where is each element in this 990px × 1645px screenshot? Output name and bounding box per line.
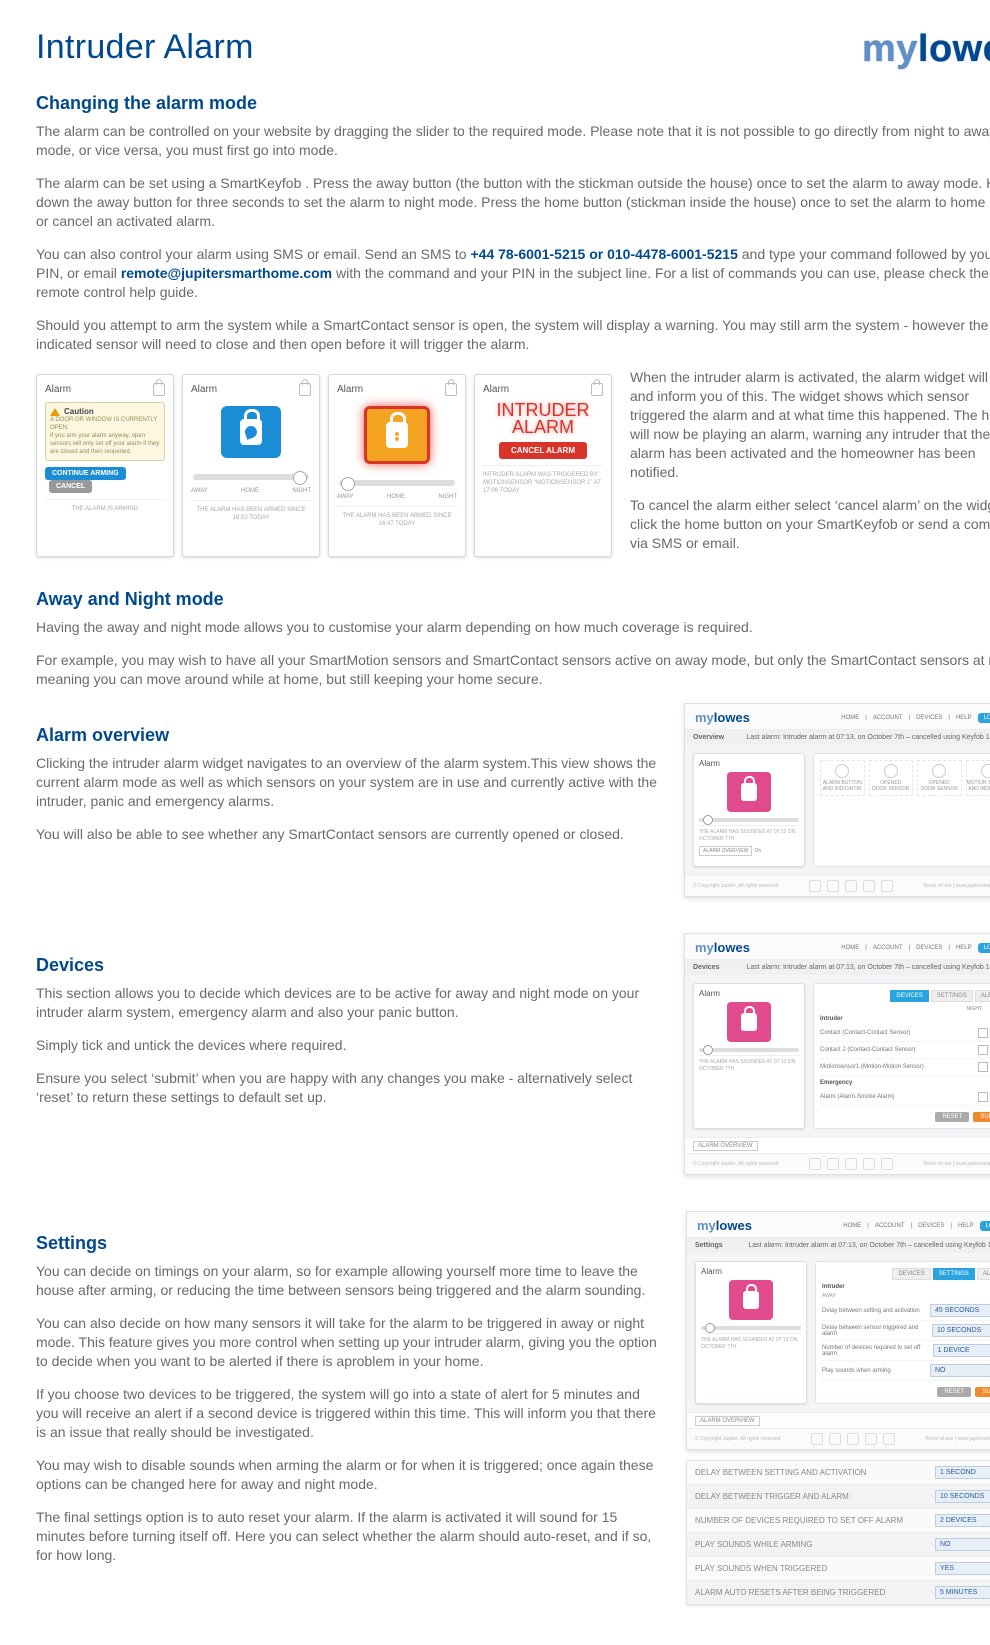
screenshot-overview: mylowes HOME|ACCOUNT|DEVICES|HELP LOGOUT… xyxy=(684,703,990,897)
option-label: PLAY SOUNDS WHILE ARMING xyxy=(695,1540,813,1549)
para: This section allows you to decide which … xyxy=(36,984,664,1022)
tab-devices[interactable]: DEVICES xyxy=(890,990,928,1002)
checkbox[interactable] xyxy=(978,1045,988,1055)
para: The alarm can be set using a SmartKeyfob… xyxy=(36,174,990,231)
select[interactable]: 2 DEVICES xyxy=(935,1514,990,1527)
para: The alarm can be controlled on your webs… xyxy=(36,122,990,160)
logout-button[interactable]: LOGOUT xyxy=(980,1221,990,1231)
select[interactable]: 1 SECOND xyxy=(935,1466,990,1479)
option-label: PLAY SOUNDS WHEN TRIGGERED xyxy=(695,1564,827,1573)
mode-slider[interactable] xyxy=(193,474,309,480)
para: For example, you may wish to have all yo… xyxy=(36,651,990,689)
mode-slider[interactable] xyxy=(701,1326,801,1330)
para: Should you attempt to arm the system whi… xyxy=(36,316,990,354)
para: Simply tick and untick the devices where… xyxy=(36,1036,664,1055)
heading-settings: Settings xyxy=(36,1233,666,1254)
select[interactable]: NO xyxy=(935,1538,990,1551)
para: When the intruder alarm is activated, th… xyxy=(630,368,990,482)
heading-changing-mode: Changing the alarm mode xyxy=(36,93,990,114)
widget-caution: Alarm Caution A DOOR OR WINDOW IS CURREN… xyxy=(36,374,174,557)
away-mode-icon xyxy=(364,406,430,464)
unlocked-icon xyxy=(727,772,771,812)
settings-options-table: DELAY BETWEEN SETTING AND ACTIVATION 1 SE… xyxy=(686,1460,990,1605)
screenshot-devices: mylowes HOME|ACCOUNT|DEVICES|HELP LOGOUT… xyxy=(684,933,990,1175)
para: Clicking the intruder alarm widget navig… xyxy=(36,754,664,811)
heading-alarm-overview: Alarm overview xyxy=(36,725,664,746)
tab-alerts[interactable]: ALERTS xyxy=(977,1268,990,1280)
para: You will also be able to see whether any… xyxy=(36,825,664,844)
page-title: Intruder Alarm xyxy=(36,28,254,67)
submit-button[interactable]: SUBMIT xyxy=(973,1112,990,1122)
para: To cancel the alarm either select ‘cance… xyxy=(630,496,990,553)
lock-icon xyxy=(299,383,311,396)
brand-logo: mylowes xyxy=(862,28,990,71)
para: The final settings option is to auto res… xyxy=(36,1508,666,1565)
cancel-alarm-button[interactable]: CANCEL ALARM xyxy=(499,442,587,459)
widget-thumbnails: Alarm Caution A DOOR OR WINDOW IS CURREN… xyxy=(36,374,612,557)
mode-slider[interactable] xyxy=(339,480,455,486)
mode-slider[interactable] xyxy=(699,1048,799,1052)
night-mode-icon xyxy=(221,406,281,458)
para: Ensure you select ‘submit’ when you are … xyxy=(36,1069,664,1107)
phone-number: +44 78-6001-5215 or 010-4478-6001-5215 xyxy=(470,246,737,262)
para: Having the away and night mode allows yo… xyxy=(36,618,990,637)
lock-icon xyxy=(445,383,457,396)
logout-button[interactable]: LOGOUT xyxy=(978,943,990,953)
select[interactable]: 5 MINUTES xyxy=(935,1586,990,1599)
email-link[interactable]: remote@jupitersmarthome.com xyxy=(121,265,332,281)
screenshot-settings: mylowes HOME|ACCOUNT|DEVICES|HELP LOGOUT… xyxy=(686,1211,990,1450)
checkbox[interactable] xyxy=(978,1062,988,1072)
checkbox[interactable] xyxy=(978,1092,988,1102)
reset-button[interactable]: RESET xyxy=(937,1387,971,1397)
option-label: NUMBER OF DEVICES REQUIRED TO SET OFF AL… xyxy=(695,1516,903,1525)
option-label: DELAY BETWEEN SETTING AND ACTIVATION xyxy=(695,1468,866,1477)
logout-button[interactable]: LOGOUT xyxy=(978,713,990,723)
widget-away: Alarm AWAYHOMENIGHT THE ALARM HAS BEEN A… xyxy=(328,374,466,557)
option-label: DELAY BETWEEN TRIGGER AND ALARM xyxy=(695,1492,849,1501)
para: If you choose two devices to be triggere… xyxy=(36,1385,666,1442)
heading-devices: Devices xyxy=(36,955,664,976)
widget-night: Alarm AWAYHOMENIGHT THE ALARM HAS BEEN A… xyxy=(182,374,320,557)
option-label: ALARM AUTO RESETS AFTER BEING TRIGGERED xyxy=(695,1588,885,1597)
unlocked-icon xyxy=(727,1002,771,1042)
para: You may wish to disable sounds when armi… xyxy=(36,1456,666,1494)
select[interactable]: YES xyxy=(935,1562,990,1575)
tab-alerts[interactable]: ALERTS xyxy=(975,990,990,1002)
select[interactable]: 10 SECONDS xyxy=(935,1490,990,1503)
para: You can also decide on how many sensors … xyxy=(36,1314,666,1371)
widget-intruder-alarm: Alarm INTRUDERALARM CANCEL ALARM INTRUDE… xyxy=(474,374,612,557)
continue-arming-button[interactable]: CONTINUE ARMING xyxy=(45,467,126,480)
checkbox[interactable] xyxy=(978,1028,988,1038)
para: You can decide on timings on your alarm,… xyxy=(36,1262,666,1300)
select[interactable]: 45 SECONDS xyxy=(930,1304,990,1317)
tab-settings[interactable]: SETTINGS xyxy=(933,1268,975,1280)
lock-icon xyxy=(153,383,165,396)
tab-devices[interactable]: DEVICES xyxy=(892,1268,930,1280)
unlocked-icon xyxy=(729,1280,773,1320)
select[interactable]: NO xyxy=(930,1364,990,1377)
lock-icon xyxy=(591,383,603,396)
cancel-button[interactable]: CANCEL xyxy=(49,480,92,493)
mode-slider[interactable] xyxy=(699,818,799,822)
heading-away-night: Away and Night mode xyxy=(36,589,990,610)
reset-button[interactable]: RESET xyxy=(935,1112,969,1122)
para: You can also control your alarm using SM… xyxy=(36,245,990,302)
warning-icon xyxy=(50,408,60,416)
submit-button[interactable]: SUBMIT xyxy=(975,1387,990,1397)
select[interactable]: 1 DEVICE xyxy=(933,1344,990,1357)
tab-settings[interactable]: SETTINGS xyxy=(931,990,973,1002)
select[interactable]: 10 SECONDS xyxy=(932,1324,990,1337)
